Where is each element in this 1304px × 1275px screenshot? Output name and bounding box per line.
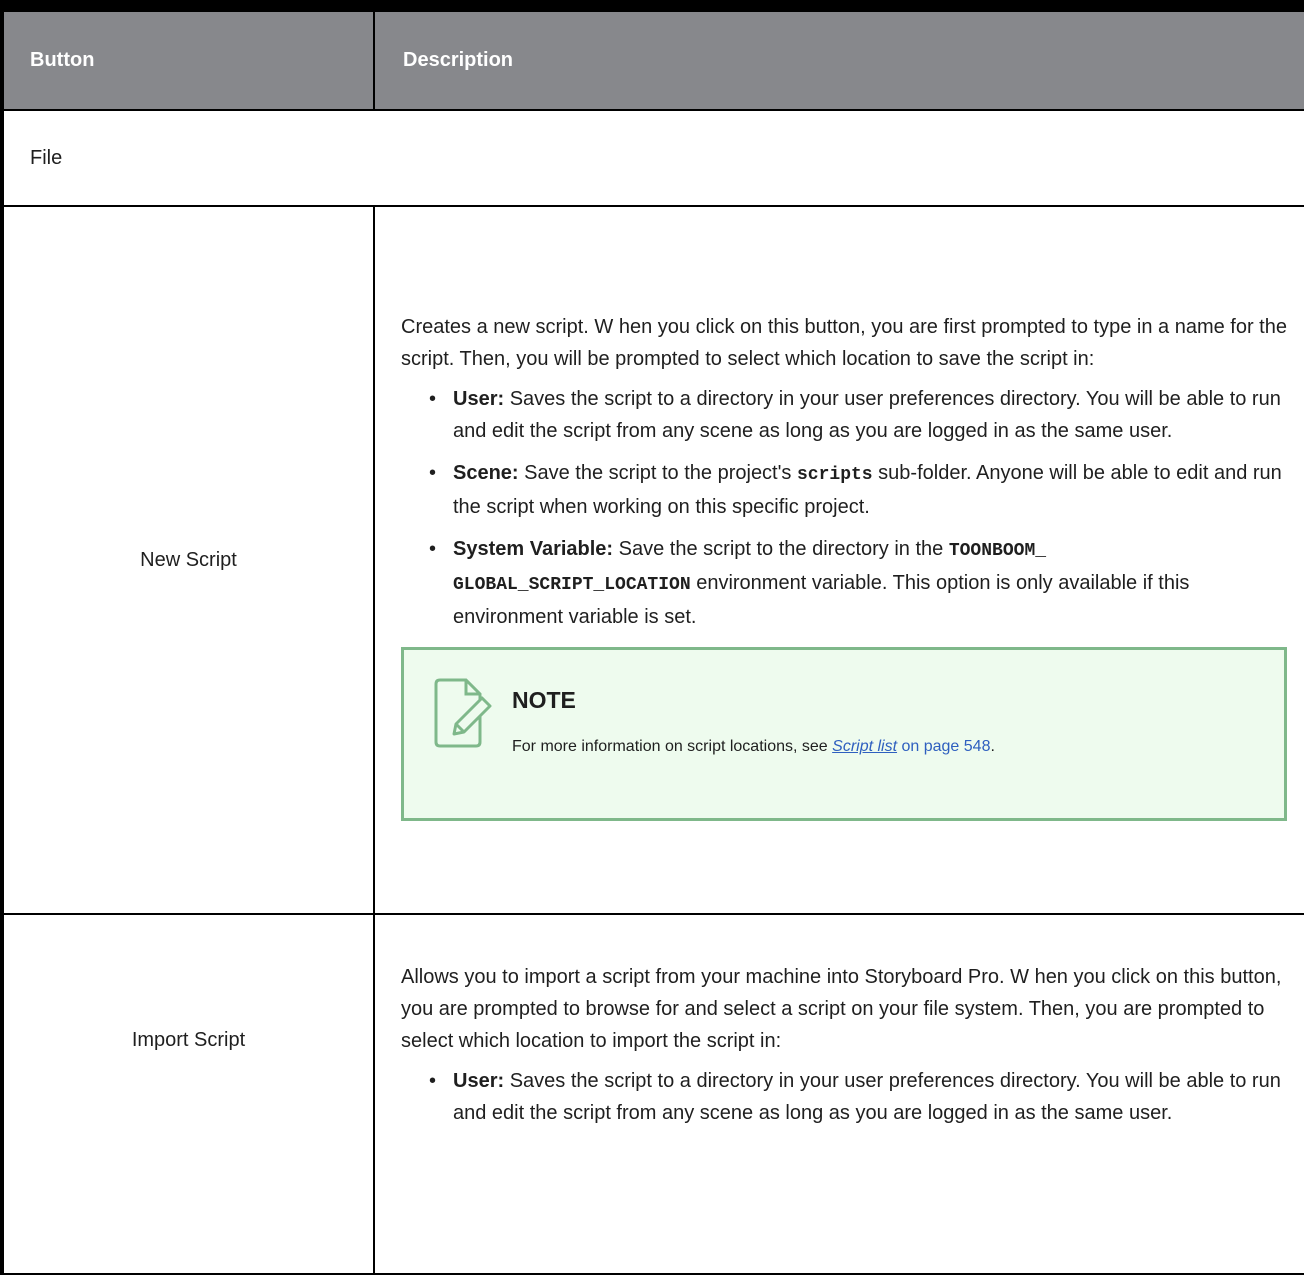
section-label: File [0, 110, 1304, 207]
script-list-link[interactable]: Script list [832, 738, 897, 755]
code-env-var-part2: GLOBAL_SCRIPT_LOCATION [453, 575, 691, 595]
bullet-icon: • [429, 1070, 437, 1092]
note-text: For more information on script locations… [512, 738, 995, 755]
description-intro: Allows you to import a script from your … [401, 966, 1282, 1052]
list-item: • User: Saves the script to a directory … [429, 383, 1295, 447]
description-import-script: Allows you to import a script from your … [373, 914, 1304, 1275]
list-item-term: User: [453, 388, 505, 410]
list-item: • System Variable: Save the script to th… [429, 533, 1295, 633]
button-name-new-script: New Script [0, 206, 375, 915]
bullet-icon: • [429, 462, 437, 484]
page-reference[interactable]: on page 548 [897, 738, 990, 755]
note-title: NOTE [512, 687, 576, 713]
note-edit-icon [434, 678, 492, 748]
list-item-term: Scene: [453, 462, 519, 484]
location-list: • User: Saves the script to a directory … [401, 1065, 1295, 1129]
buttons-table: Button Description File New Script Creat… [0, 0, 1304, 1275]
header-button: Button [0, 0, 375, 111]
bullet-icon: • [429, 388, 437, 410]
table-header-row: Button Description [0, 0, 1304, 111]
list-item-text: Save the script to the project's [518, 462, 797, 484]
table-row: New Script Creates a new script. W hen y… [0, 206, 1304, 915]
note-box: NOTE For more information on script loca… [401, 647, 1287, 821]
code-env-var-part1: TOONBOOM_ [948, 541, 1047, 561]
list-item-text: Save the script to the directory in the [613, 538, 949, 560]
list-item: • Scene: Save the script to the project'… [429, 457, 1295, 523]
table-row: Import Script Allows you to import a scr… [0, 914, 1304, 1275]
section-row-file: File [0, 110, 1304, 207]
description-new-script: Creates a new script. W hen you click on… [373, 206, 1304, 915]
list-item-term: System Variable: [453, 538, 614, 560]
code-scripts: scripts [797, 465, 873, 485]
list-item-term: User: [453, 1070, 505, 1092]
button-name-import-script: Import Script [0, 914, 375, 1275]
list-item-text: Saves the script to a directory in your … [453, 388, 1281, 442]
list-item: • User: Saves the script to a directory … [429, 1065, 1295, 1129]
bullet-icon: • [429, 538, 437, 560]
description-intro: Creates a new script. W hen you click on… [401, 316, 1287, 370]
header-description: Description [373, 0, 1304, 111]
list-item-text: Saves the script to a directory in your … [453, 1070, 1281, 1124]
location-list: • User: Saves the script to a directory … [401, 383, 1295, 633]
